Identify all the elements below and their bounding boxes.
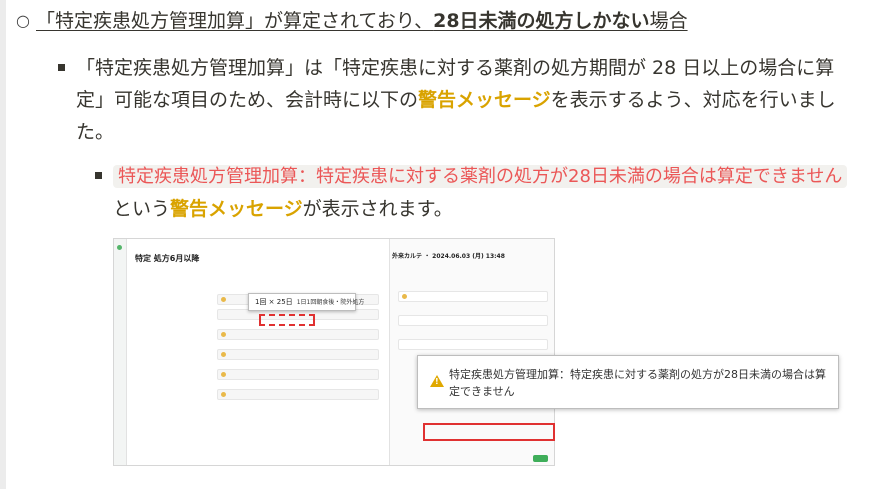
dose-popup-main: 1回 × 25日 <box>255 298 293 306</box>
item-dot-icon <box>221 297 226 302</box>
dose-popup-sub: 1日1回朝食後・院外処方 <box>296 299 365 306</box>
warning-popup: ! 特定疾患処方管理加算：特定疾患に対する薬剤の処方が28日未満の場合は算定でき… <box>417 355 839 409</box>
square-bullet-icon <box>95 172 102 179</box>
red-highlight-box <box>423 423 555 441</box>
dashed-red-highlight <box>259 314 315 326</box>
dose-popup: 1回 × 25日 1日1回朝食後・院外処方 <box>248 293 364 311</box>
screenshot-row <box>217 349 379 360</box>
screenshot-row <box>217 369 379 380</box>
page-left-border <box>0 0 6 489</box>
item-dot-icon <box>221 392 226 397</box>
screenshot-sidebar <box>114 239 127 465</box>
warning-popup-message: 特定疾患処方管理加算：特定疾患に対する薬剤の処方が28日未満の場合は算定できませ… <box>449 368 826 398</box>
bullet-level3-text: 特定疾患処方管理加算：特定疾患に対する薬剤の処方が28日未満の場合は算定できませ… <box>113 160 853 225</box>
item-dot-icon <box>221 372 226 377</box>
hollow-bullet-icon: ○ <box>16 11 30 30</box>
app-logo-icon <box>117 245 122 250</box>
screenshot-row <box>398 339 548 350</box>
screenshot-right-title: 外来カルテ ・ 2024.06.03 (月) 13:48 <box>392 253 505 260</box>
bullet3-text1: という <box>113 198 171 220</box>
screenshot-row <box>217 329 379 340</box>
bullet1-prefix: 「特定疾患処方管理加算」が算定されており、 <box>36 10 434 32</box>
inline-code-warning: 特定疾患処方管理加算：特定疾患に対する薬剤の処方が28日未満の場合は算定できませ… <box>113 165 848 188</box>
square-bullet-icon <box>58 64 65 71</box>
screenshot-left-panel: 特定 処方6月以降 <box>127 239 390 465</box>
item-dot-icon <box>402 294 407 299</box>
bullet2-highlight: 警告メッセージ <box>418 89 551 111</box>
warning-icon: ! <box>430 375 444 387</box>
item-dot-icon <box>221 332 226 337</box>
screenshot-left-title: 特定 処方6月以降 <box>135 254 200 263</box>
bullet3-highlight: 警告メッセージ <box>170 198 303 220</box>
bullet1-bold: 28日未満の処方しかない <box>433 10 650 32</box>
screenshot-row <box>217 389 379 400</box>
confirm-button[interactable] <box>533 455 548 462</box>
bullet3-text2: が表示されます。 <box>302 198 453 220</box>
item-dot-icon <box>221 352 226 357</box>
screenshot-row <box>398 315 548 326</box>
bullet-level2-text: 「特定疾患処方管理加算」は「特定疾患に対する薬剤の処方期間が 28 日以上の場合… <box>76 52 841 148</box>
screenshot-row <box>398 291 548 302</box>
bullet-level1-text: 「特定疾患処方管理加算」が算定されており、28日未満の処方しかない場合 <box>36 6 688 36</box>
bullet1-suffix: 場合 <box>649 10 688 32</box>
